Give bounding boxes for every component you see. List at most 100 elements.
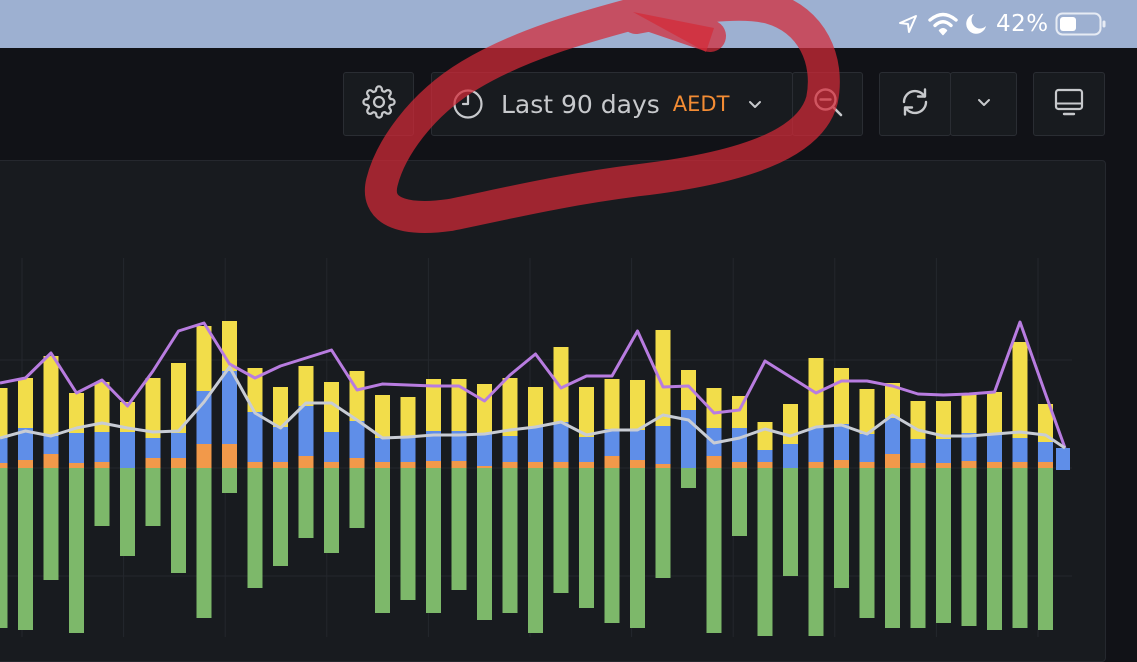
chart-bar xyxy=(987,462,1002,468)
chart-bar xyxy=(553,468,569,593)
chart-bar xyxy=(477,384,492,434)
chart-bar xyxy=(987,392,1002,434)
chart-bar xyxy=(0,463,8,468)
chart-bar xyxy=(171,458,186,468)
chart-bar xyxy=(298,468,314,538)
chart-bar xyxy=(604,456,620,468)
chart-bar xyxy=(604,468,620,623)
chart-bar xyxy=(630,460,645,468)
chart-bar xyxy=(808,462,824,468)
chart-bar xyxy=(171,433,186,458)
chart-bar xyxy=(834,424,849,460)
chart-bar xyxy=(400,437,416,462)
chart-bar xyxy=(43,436,59,454)
chart-bar xyxy=(1012,342,1028,438)
chart-bar xyxy=(579,462,594,468)
chart-bar xyxy=(375,438,390,462)
chart-bar xyxy=(834,468,849,588)
chart-bar xyxy=(528,387,543,427)
chart-bar xyxy=(196,391,212,444)
chart-bar xyxy=(1012,462,1028,468)
chart-bar xyxy=(936,468,951,623)
chart-bar xyxy=(18,468,33,630)
chart-bar xyxy=(145,458,161,468)
chart-bar xyxy=(987,434,1002,462)
chart-bar xyxy=(273,468,288,566)
chart-bar xyxy=(1038,468,1053,630)
chart-bar xyxy=(681,468,696,488)
chart-bar xyxy=(630,468,645,628)
chart-bar xyxy=(375,462,390,468)
chart-bar xyxy=(528,468,543,633)
chart-bar xyxy=(426,461,441,468)
chart-bar xyxy=(349,458,365,468)
chart-bar xyxy=(0,388,8,438)
chart-bar xyxy=(757,462,773,468)
chart-bar xyxy=(247,468,263,588)
chart-bar xyxy=(451,468,467,590)
chart-bar xyxy=(298,366,314,406)
chart-bar xyxy=(757,468,773,636)
chart-bar xyxy=(43,356,59,436)
chart-bar xyxy=(553,462,569,468)
chart-bar xyxy=(171,363,186,433)
chart-bar xyxy=(400,462,416,468)
stacked-bar-chart xyxy=(0,258,1072,637)
chart-bar xyxy=(808,468,824,636)
chart-bar xyxy=(732,468,747,536)
chart-bar xyxy=(757,422,773,450)
chart-bar xyxy=(961,393,977,433)
chart-bar xyxy=(426,468,441,613)
chart-bar xyxy=(553,422,569,462)
chart-bar xyxy=(0,468,8,628)
chart-bar xyxy=(910,463,926,468)
chart-bar xyxy=(783,404,798,444)
chart-bar xyxy=(528,427,543,462)
chart-bar xyxy=(885,468,900,628)
chart-bar xyxy=(324,432,339,462)
chart-bar xyxy=(936,463,951,468)
chart-bar xyxy=(655,426,671,464)
chart-bar xyxy=(604,429,620,456)
chart-bar xyxy=(43,468,59,580)
chart-bar xyxy=(247,462,263,468)
chart-bar xyxy=(834,368,849,424)
chart-bar xyxy=(222,371,237,444)
chart-bar xyxy=(298,406,314,456)
chart-bar xyxy=(94,462,110,468)
chart-bar xyxy=(247,412,263,462)
chart-bar xyxy=(859,468,875,618)
chart-bar xyxy=(885,418,900,454)
chart-bar xyxy=(196,326,212,391)
chart-bar xyxy=(808,428,824,462)
chart-bar xyxy=(1038,442,1053,462)
chart-bar xyxy=(630,380,645,430)
chart-bar xyxy=(324,468,339,553)
chart-bar xyxy=(94,468,110,526)
chart-bar xyxy=(579,387,594,437)
chart-bar xyxy=(910,468,926,628)
chart-bar xyxy=(630,430,645,460)
chart-bar xyxy=(885,454,900,468)
chart-bar xyxy=(196,468,212,618)
chart-bar xyxy=(43,454,59,468)
chart-bar xyxy=(69,463,84,468)
chart-bar xyxy=(375,395,390,438)
chart-bar xyxy=(910,439,926,463)
chart-bar xyxy=(732,428,747,462)
chart-bar xyxy=(196,444,212,468)
chart-bar xyxy=(0,438,8,463)
chart-bar xyxy=(783,468,798,576)
chart-bar xyxy=(349,421,365,458)
chart-bar xyxy=(502,436,518,462)
chart-bar xyxy=(171,468,186,573)
chart-bar xyxy=(579,468,594,608)
chart-bar xyxy=(502,462,518,468)
chart-bar xyxy=(502,378,518,436)
chart-bar xyxy=(1012,468,1028,628)
chart-bar xyxy=(145,378,161,438)
chart-bar xyxy=(298,456,314,468)
chart-bar xyxy=(961,468,977,626)
chart-bar xyxy=(375,468,390,613)
chart-bar xyxy=(222,468,237,493)
